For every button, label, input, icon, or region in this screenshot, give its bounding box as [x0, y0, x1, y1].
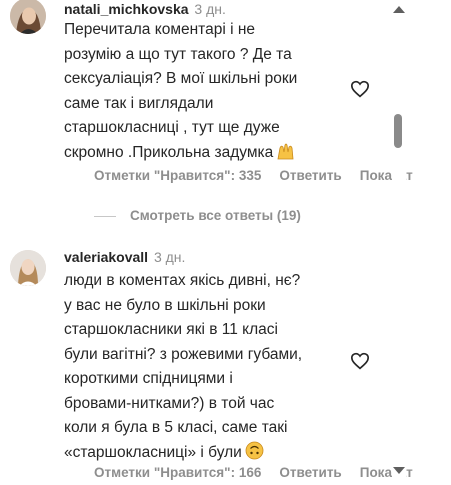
arrow-up-icon[interactable]	[393, 6, 405, 13]
scrollbar-thumb[interactable]	[394, 114, 402, 148]
like-heart-icon[interactable]	[350, 352, 370, 370]
comment-text: Перечитала коментарі і не розумію а що т…	[64, 18, 364, 165]
comment-actions: Отметки "Нравится": 335 Ответить Показат	[94, 168, 431, 183]
raised-hands-emoji-icon	[276, 141, 295, 160]
view-replies-button[interactable]: Смотреть все ответы (19)	[94, 208, 301, 223]
arrow-down-icon[interactable]	[393, 467, 405, 474]
comment-text: люди в коментах якісь дивні, нє? у вас н…	[64, 269, 364, 465]
comment-text-content: Перечитала коментарі і не розумію а що т…	[64, 21, 298, 161]
comment-header: valeriakovall 3 дн.	[64, 248, 364, 266]
upside-down-face-emoji-icon	[245, 441, 264, 460]
comment-text-content: люди в коментах якісь дивні, нє? у вас н…	[64, 272, 303, 461]
view-replies-label: Смотреть все ответы (19)	[130, 208, 301, 223]
avatar[interactable]	[10, 0, 46, 34]
likes-count-link[interactable]: Отметки "Нравится": 166	[94, 465, 261, 480]
likes-count-link[interactable]: Отметки "Нравится": 335	[94, 168, 261, 183]
timestamp[interactable]: 3 дн.	[194, 1, 225, 17]
username-link[interactable]: valeriakovall	[64, 249, 148, 265]
scrollbar[interactable]	[392, 0, 406, 485]
reply-button[interactable]: Ответить	[279, 168, 341, 183]
comment-actions: Отметки "Нравится": 166 Ответить Показат	[94, 465, 431, 480]
like-heart-icon[interactable]	[350, 80, 370, 98]
username-link[interactable]: natali_michkovska	[64, 1, 189, 17]
reply-button[interactable]: Ответить	[279, 465, 341, 480]
divider-line	[94, 215, 116, 217]
avatar[interactable]	[10, 250, 46, 286]
timestamp[interactable]: 3 дн.	[154, 249, 185, 265]
